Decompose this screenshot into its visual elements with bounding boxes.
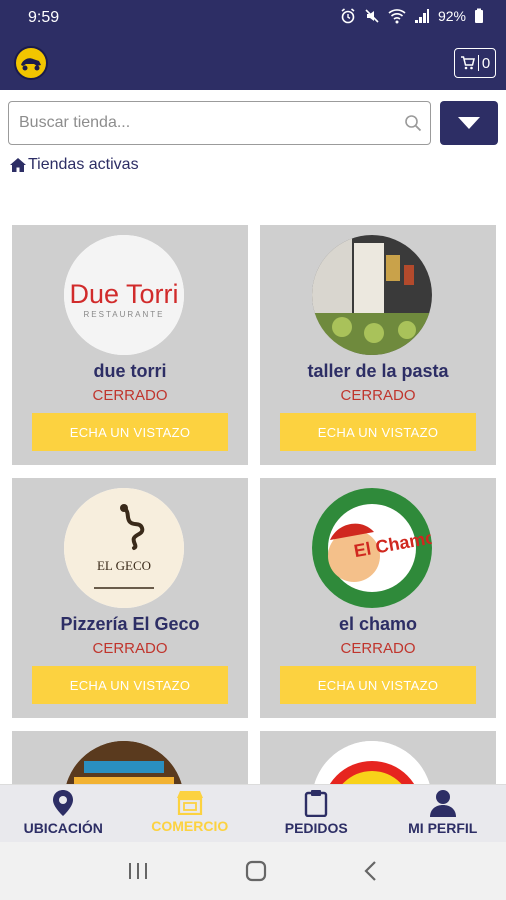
cart-count: 0: [481, 54, 491, 72]
status-time: 9:59: [28, 9, 60, 26]
store-name: taller de la pasta: [307, 361, 449, 381]
store-logo: El Chamo: [312, 488, 432, 608]
cart-button[interactable]: 0: [454, 48, 496, 78]
wifi-icon: [388, 9, 406, 24]
recent-apps-icon[interactable]: [127, 861, 149, 881]
nav-item-ubicacion[interactable]: UBICACIÓN: [0, 785, 127, 842]
store-card[interactable]: EL GECO Pizzería El Geco CERRADO ECHA UN…: [12, 478, 248, 718]
store-status: CERRADO: [340, 640, 416, 657]
store-card[interactable]: [12, 731, 248, 784]
store-status: CERRADO: [340, 387, 416, 404]
store-card[interactable]: Due Torri RESTAURANTE due torri CERRADO …: [12, 225, 248, 465]
breadcrumb: Tiendas activas: [10, 156, 139, 174]
breadcrumb-label: Tiendas activas: [28, 156, 139, 173]
status-bar: 9:59 92%: [0, 0, 506, 36]
person-icon: [429, 790, 456, 817]
cart-divider: [477, 55, 479, 71]
store-logo-text: EL GECO: [97, 558, 151, 573]
store-logo-subtext: RESTAURANTE: [84, 310, 165, 319]
view-store-button[interactable]: ECHA UN VISTAZO: [32, 413, 228, 451]
back-icon[interactable]: [363, 860, 379, 882]
store-logo-text: Due Torri: [69, 279, 178, 309]
bottom-navigation: UBICACIÓN COMERCIO PEDIDOS MI PERFIL: [0, 784, 506, 842]
view-store-button[interactable]: ECHA UN VISTAZO: [280, 666, 476, 704]
system-navigation-bar: [0, 842, 506, 900]
location-pin-icon: [53, 790, 74, 816]
store-card[interactable]: [260, 731, 496, 784]
store-logo: [312, 741, 432, 784]
store-status: CERRADO: [92, 387, 168, 404]
chevron-down-icon: [458, 117, 480, 129]
store-status: CERRADO: [92, 640, 168, 657]
battery-percent: 92%: [437, 8, 466, 24]
signal-icon: [414, 9, 429, 23]
nav-item-comercio[interactable]: COMERCIO: [127, 785, 254, 842]
nav-label: COMERCIO: [151, 818, 229, 834]
status-icons: 92%: [340, 8, 484, 24]
brand-logo-icon[interactable]: [14, 46, 48, 80]
store-name: Pizzería El Geco: [60, 614, 200, 634]
nav-label: MI PERFIL: [408, 820, 478, 836]
nav-label: UBICACIÓN: [23, 820, 103, 836]
nav-label: PEDIDOS: [284, 820, 348, 836]
home-icon[interactable]: [10, 158, 26, 172]
alarm-icon: [341, 8, 355, 24]
battery-icon: [475, 8, 483, 23]
app-header: 0: [0, 36, 506, 90]
store-name: due torri: [93, 361, 167, 381]
clipboard-icon: [305, 790, 328, 817]
home-button-icon[interactable]: [244, 859, 268, 883]
filter-dropdown-button[interactable]: [440, 101, 498, 145]
store-logo: [64, 741, 184, 784]
view-store-button[interactable]: ECHA UN VISTAZO: [32, 666, 228, 704]
mute-icon: [365, 9, 379, 23]
store-icon: [176, 791, 203, 815]
nav-item-pedidos[interactable]: PEDIDOS: [253, 785, 380, 842]
store-logo: Due Torri RESTAURANTE: [64, 235, 184, 355]
nav-item-mi-perfil[interactable]: MI PERFIL: [380, 785, 506, 842]
search-input[interactable]: [9, 102, 389, 144]
search-box: [8, 101, 431, 145]
view-store-button[interactable]: ECHA UN VISTAZO: [280, 413, 476, 451]
store-card[interactable]: El Chamo el chamo CERRADO ECHA UN VISTAZ…: [260, 478, 496, 718]
store-name: el chamo: [338, 614, 418, 634]
store-logo: [312, 235, 432, 355]
search-icon[interactable]: [404, 114, 422, 132]
store-logo: EL GECO: [64, 488, 184, 608]
store-card[interactable]: taller de la pasta CERRADO ECHA UN VISTA…: [260, 225, 496, 465]
cart-icon: [460, 56, 475, 70]
